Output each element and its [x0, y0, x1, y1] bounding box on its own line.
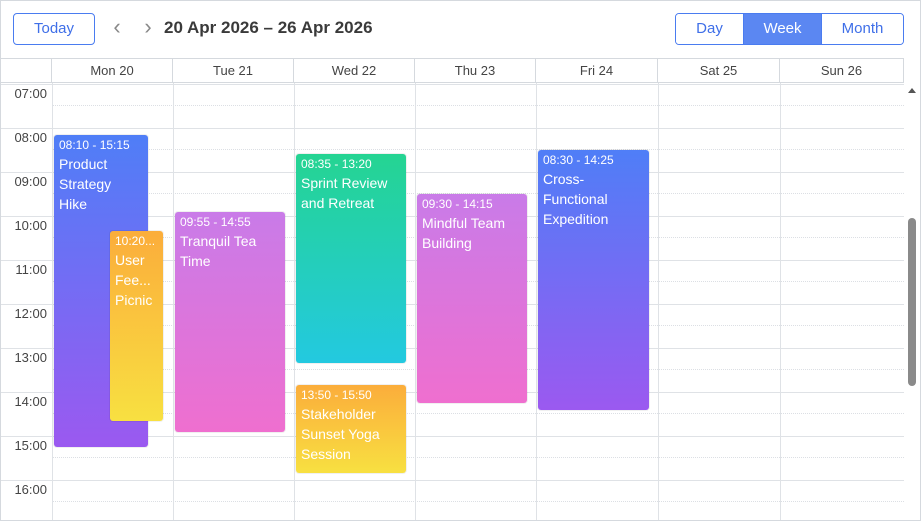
- day-header: Thu 23: [415, 58, 536, 83]
- time-column-header: [1, 58, 52, 83]
- chevron-right-icon[interactable]: ›: [138, 15, 158, 41]
- view-month-button[interactable]: Month: [821, 14, 903, 44]
- event-time: 08:10 - 15:15: [59, 138, 130, 153]
- calendar-event[interactable]: 13:50 - 15:50 Stakeholder Sunset Yoga Ses…: [296, 384, 406, 473]
- week-grid[interactable]: 07:00 08:00 09:00 10:00 11:00 12:00 13:00 14:00…: [1, 83, 904, 520]
- day-header: Wed 22: [294, 58, 415, 83]
- event-title: User Fee... Picnic: [115, 251, 153, 308]
- calendar-event[interactable]: 10:20... User Fee... Picnic: [110, 230, 163, 422]
- day-header: Mon 20: [52, 58, 173, 83]
- day-column-line: [294, 83, 295, 520]
- event-time: 09:55 - 14:55: [180, 215, 251, 230]
- hour-gridline: [1, 128, 904, 129]
- day-column-line: [52, 83, 53, 520]
- calendar-event[interactable]: 09:55 - 14:55 Tranquil Tea Time: [175, 212, 285, 433]
- half-hour-gridline: [52, 501, 904, 502]
- event-time: 08:30 - 14:25: [543, 153, 614, 167]
- calendar-app: Today ‹ › 20 Apr 2026 – 26 Apr 2026 Day …: [0, 0, 921, 521]
- event-time: 08:35 - 13:20: [301, 156, 372, 171]
- day-column-line: [780, 83, 781, 520]
- day-header: Sat 25: [658, 58, 780, 83]
- event-title: Stakeholder Sunset Yoga Session: [301, 405, 380, 462]
- time-label: 08:00: [14, 130, 47, 145]
- view-week-button[interactable]: Week: [743, 14, 821, 44]
- event-time: 09:30 - 14:15: [422, 197, 493, 211]
- day-column-line: [173, 83, 174, 520]
- half-hour-gridline: [52, 105, 904, 106]
- time-label: 09:00: [14, 174, 47, 189]
- day-header: Sun 26: [780, 58, 904, 83]
- day-header: Tue 21: [173, 58, 294, 83]
- calendar-event[interactable]: 08:35 - 13:20 Sprint Review and Retreat: [296, 153, 406, 363]
- view-day-button[interactable]: Day: [676, 14, 743, 44]
- hour-gridline: [1, 480, 904, 481]
- day-column-line: [658, 83, 659, 520]
- half-hour-gridline: [52, 457, 904, 458]
- calendar-event[interactable]: 09:30 - 14:15 Mindful Team Building: [417, 194, 527, 403]
- day-column-line: [415, 83, 416, 520]
- event-title: Tranquil Tea Time: [180, 233, 257, 270]
- hour-gridline: [1, 84, 904, 85]
- event-time: 13:50 - 15:50: [301, 387, 372, 402]
- event-title: Sprint Review and Retreat: [301, 174, 388, 211]
- view-switcher: Day Week Month: [675, 13, 904, 45]
- time-label: 12:00: [14, 306, 47, 321]
- event-title: Cross-Functional Expedition: [543, 171, 609, 227]
- calendar-toolbar: Today ‹ › 20 Apr 2026 – 26 Apr 2026 Day …: [1, 1, 920, 58]
- vertical-scrollbar[interactable]: [904, 83, 920, 520]
- time-label: 07:00: [14, 86, 47, 101]
- time-label: 13:00: [14, 350, 47, 365]
- time-label: 10:00: [14, 218, 47, 233]
- time-label: 16:00: [14, 482, 47, 497]
- event-title: Product Strategy Hike: [59, 156, 112, 213]
- time-label: 14:00: [14, 394, 47, 409]
- event-time: 10:20...: [115, 233, 156, 248]
- calendar-event[interactable]: 08:30 - 14:25 Cross-Functional Expedition: [538, 150, 649, 411]
- chevron-left-icon[interactable]: ‹: [107, 15, 127, 41]
- day-header: Fri 24: [536, 58, 658, 83]
- half-hour-gridline: [52, 149, 904, 150]
- arrow-up-icon[interactable]: [908, 88, 916, 93]
- today-button[interactable]: Today: [13, 13, 95, 45]
- date-range-title: 20 Apr 2026 – 26 Apr 2026: [164, 18, 373, 37]
- time-label: 15:00: [14, 438, 47, 453]
- event-title: Mindful Team Building: [422, 215, 506, 251]
- day-column-line: [536, 83, 537, 520]
- time-label: 11:00: [15, 262, 47, 277]
- scrollbar-thumb[interactable]: [908, 218, 916, 386]
